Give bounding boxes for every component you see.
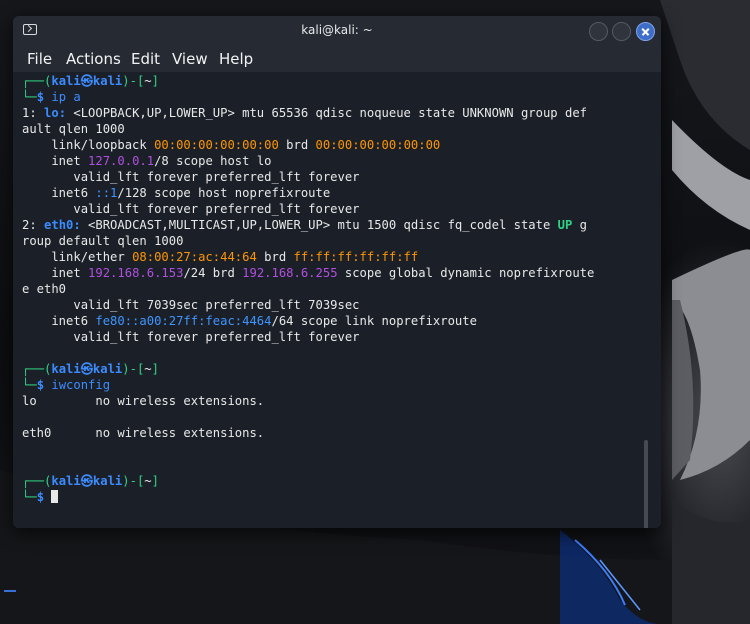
menu-edit[interactable]: Edit [131, 50, 160, 68]
maximize-button[interactable] [612, 22, 631, 41]
output-line: e eth0 [22, 282, 67, 296]
output-line: 1: lo: <LOOPBACK,UP,LOWER_UP> mtu 65536 … [22, 106, 587, 120]
prompt-host: kali [92, 74, 123, 88]
output-line: valid_lft 7039sec preferred_lft 7039sec [22, 298, 360, 312]
command-text: iwconfig [51, 378, 111, 392]
desktop-dash-mark [4, 590, 16, 592]
menu-file[interactable]: File [27, 50, 52, 68]
output-line: link/ether 08:00:27:ac:44:64 brd ff:ff:f… [22, 250, 419, 264]
output-line: ault qlen 1000 [22, 122, 125, 136]
scrollbar[interactable] [644, 440, 648, 528]
output-line: valid_lft forever preferred_lft forever [22, 330, 360, 344]
output-line: inet 192.168.6.153/24 brd 192.168.6.255 … [22, 266, 595, 280]
terminal-window[interactable]: kali@kali: ~ File Actions Edit View Help… [13, 16, 661, 528]
menu-actions[interactable]: Actions [66, 50, 121, 68]
prompt-line-top: ┌──(kali㉿kali)-[~] [22, 362, 159, 376]
prompt-user: kali [51, 74, 81, 88]
close-icon[interactable] [636, 22, 655, 41]
command-text: ip a [51, 90, 81, 104]
output-line: 2: eth0: <BROADCAST,MULTICAST,UP,LOWER_U… [22, 218, 588, 232]
output-line: valid_lft forever preferred_lft forever [22, 170, 360, 184]
title-bar[interactable]: kali@kali: ~ [13, 16, 661, 46]
command-line: └─$ ip a [22, 90, 81, 104]
output-line: lo no wireless extensions. [22, 394, 265, 408]
output-line: link/loopback 00:00:00:00:00:00 brd 00:0… [22, 138, 441, 152]
output-line: inet6 ::1/128 scope host noprefixroute [22, 186, 331, 200]
menu-view[interactable]: View [172, 50, 208, 68]
output-line: inet 127.0.0.1/8 scope host lo [22, 154, 272, 168]
prompt-line-top: ┌──(kali㉿kali)-[~] [22, 474, 159, 488]
text-cursor [51, 490, 59, 503]
prompt-at: ㉿ [80, 74, 93, 88]
minimize-button[interactable] [589, 22, 608, 41]
output-line: inet6 fe80::a00:27ff:feac:4464/64 scope … [22, 314, 477, 328]
output-line: roup default qlen 1000 [22, 234, 184, 248]
command-line[interactable]: └─$ [22, 489, 59, 505]
command-line: └─$ iwconfig [22, 378, 111, 392]
prompt-line-top: ┌──(kali㉿kali)-[~] [22, 74, 159, 88]
output-line: valid_lft forever preferred_lft forever [22, 202, 360, 216]
window-title: kali@kali: ~ [301, 23, 373, 37]
prompt-dir: ~ [144, 74, 152, 88]
menu-help[interactable]: Help [219, 50, 253, 68]
menu-bar: File Actions Edit View Help [13, 46, 661, 72]
output-line: eth0 no wireless extensions. [22, 426, 265, 440]
terminal-output[interactable]: ┌──(kali㉿kali)-[~] └─$ ip a 1: lo: <LOOP… [13, 72, 661, 528]
